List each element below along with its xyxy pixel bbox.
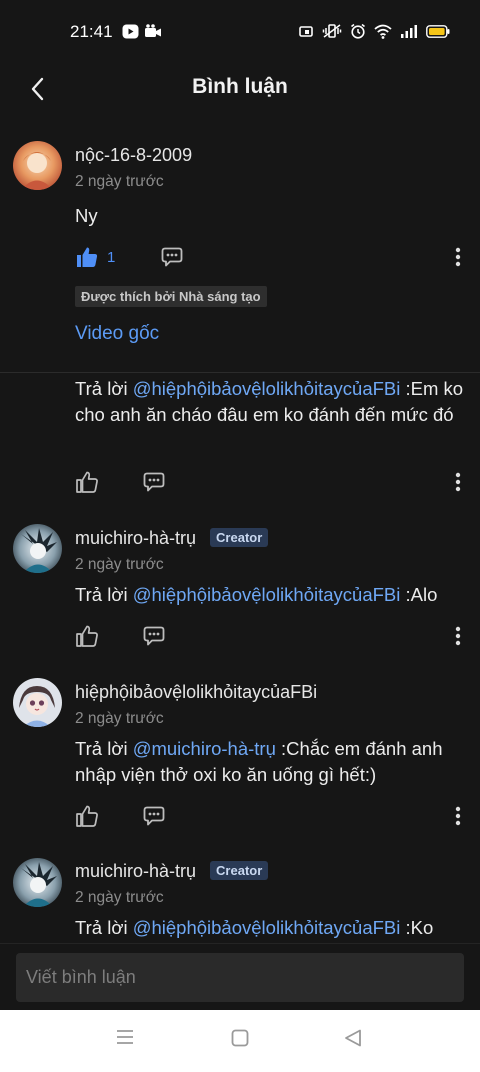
avatar-image bbox=[13, 524, 62, 573]
status-system-icons bbox=[299, 23, 450, 39]
comment-actions: 1 bbox=[75, 245, 467, 273]
alarm-icon bbox=[351, 23, 365, 39]
status-time: 21:41 bbox=[70, 22, 113, 41]
more-vertical-icon bbox=[455, 806, 461, 826]
more-options-button[interactable] bbox=[455, 806, 461, 831]
reply-prefix: Trả lời bbox=[75, 738, 133, 759]
comment-bubble-icon bbox=[143, 806, 165, 826]
thumbs-up-icon bbox=[76, 471, 98, 493]
comment-username[interactable]: hiệphộibảovệlolikhỏitaycủaFBi bbox=[75, 682, 317, 703]
like-button[interactable]: 1 bbox=[75, 245, 115, 269]
vibrate-icon bbox=[322, 24, 342, 38]
reply-prefix: Trả lời bbox=[75, 378, 133, 399]
comment-text: Trả lời @hiệphộibảovệlolikhỏitaycủaFBi :… bbox=[75, 915, 467, 941]
triangle-back-icon bbox=[345, 1029, 361, 1047]
divider bbox=[0, 372, 480, 373]
system-nav-bar bbox=[0, 1010, 480, 1072]
cast-icon bbox=[299, 25, 313, 37]
more-options-button[interactable] bbox=[455, 472, 461, 497]
menu-lines-icon bbox=[117, 1030, 133, 1044]
comment-username[interactable]: muichiro-hà-trụ Creator bbox=[75, 861, 269, 882]
reply-button[interactable] bbox=[161, 247, 183, 272]
creator-badge: Creator bbox=[210, 528, 269, 547]
avatar-image bbox=[13, 858, 62, 907]
like-button[interactable] bbox=[75, 804, 99, 828]
comment-time: 2 ngày trước bbox=[75, 173, 164, 190]
video-app-icon bbox=[122, 24, 139, 39]
recents-button[interactable] bbox=[116, 1029, 134, 1050]
creator-badge: Creator bbox=[210, 861, 269, 880]
avatar[interactable] bbox=[13, 678, 62, 727]
comment-list[interactable]: nộc-16-8-2009 2 ngày trước Ny 1 Được thí… bbox=[0, 130, 480, 943]
avatar-image bbox=[13, 678, 62, 727]
thumbs-up-icon bbox=[76, 625, 98, 647]
like-button[interactable] bbox=[75, 470, 99, 494]
status-notification-icons bbox=[122, 24, 161, 39]
like-button[interactable] bbox=[75, 624, 99, 648]
comment-username[interactable]: muichiro-hà-trụ Creator bbox=[75, 528, 269, 549]
camera-record-icon bbox=[145, 24, 161, 37]
avatar[interactable] bbox=[13, 858, 62, 907]
reply-button[interactable] bbox=[143, 472, 165, 497]
status-bar: 21:41 bbox=[0, 0, 480, 64]
reply-prefix: Trả lời bbox=[75, 584, 133, 605]
comment-text: Trả lời @hiệphộibảovệlolikhỏitaycủaFBi :… bbox=[75, 582, 467, 608]
home-button[interactable] bbox=[231, 1029, 249, 1052]
page-title: Bình luận bbox=[192, 75, 288, 98]
mention-link[interactable]: @hiệphộibảovệlolikhỏitaycủaFBi bbox=[133, 917, 401, 938]
reply-button[interactable] bbox=[143, 806, 165, 831]
comment-composer bbox=[0, 943, 480, 1010]
reply-body: :Alo bbox=[400, 584, 438, 605]
original-video-link[interactable]: Video gốc bbox=[75, 323, 159, 345]
mention-link[interactable]: @hiệphộibảovệlolikhỏitaycủaFBi bbox=[133, 584, 401, 605]
more-options-button[interactable] bbox=[455, 626, 461, 651]
more-options-button[interactable] bbox=[455, 247, 461, 272]
header: Bình luận bbox=[0, 64, 480, 114]
comment-username[interactable]: nộc-16-8-2009 bbox=[75, 145, 192, 166]
comment-text: Ny bbox=[75, 205, 98, 226]
avatar[interactable] bbox=[13, 141, 62, 190]
thumbs-up-icon bbox=[76, 805, 98, 827]
wifi-icon bbox=[374, 24, 392, 39]
comment-bubble-icon bbox=[161, 247, 183, 267]
thumbs-up-filled-icon bbox=[77, 247, 98, 267]
like-count: 1 bbox=[107, 248, 116, 266]
mention-link[interactable]: @hiệphộibảovệlolikhỏitaycủaFBi bbox=[133, 378, 401, 399]
comment-input[interactable] bbox=[16, 953, 464, 1002]
username-text[interactable]: muichiro-hà-trụ bbox=[75, 528, 196, 548]
comment-actions bbox=[75, 804, 467, 832]
comment-text: Trả lời @hiệphộibảovệlolikhỏitaycủaFBi :… bbox=[75, 376, 467, 428]
comment-time: 2 ngày trước bbox=[75, 556, 164, 573]
square-icon bbox=[231, 1029, 249, 1047]
comment-time: 2 ngày trước bbox=[75, 710, 164, 727]
comment-time: 2 ngày trước bbox=[75, 889, 164, 906]
system-back-button[interactable] bbox=[344, 1029, 362, 1052]
comment-actions bbox=[75, 624, 467, 652]
comment-actions bbox=[75, 470, 467, 498]
more-vertical-icon bbox=[455, 472, 461, 492]
battery-icon bbox=[426, 24, 450, 38]
signal-icon bbox=[401, 25, 417, 38]
reply-button[interactable] bbox=[143, 626, 165, 651]
more-vertical-icon bbox=[455, 626, 461, 646]
more-vertical-icon bbox=[455, 247, 461, 267]
avatar-image bbox=[13, 141, 62, 190]
liked-by-creator-badge: Được thích bởi Nhà sáng tạo bbox=[75, 286, 267, 307]
reply-prefix: Trả lời bbox=[75, 917, 133, 938]
reply-body: :Ko bbox=[400, 917, 434, 938]
avatar[interactable] bbox=[13, 524, 62, 573]
comment-bubble-icon bbox=[143, 626, 165, 646]
username-text[interactable]: muichiro-hà-trụ bbox=[75, 861, 196, 881]
mention-link[interactable]: @muichiro-hà-trụ bbox=[133, 738, 276, 759]
comment-text: Trả lời @muichiro-hà-trụ :Chắc em đánh a… bbox=[75, 736, 467, 788]
comment-bubble-icon bbox=[143, 472, 165, 492]
